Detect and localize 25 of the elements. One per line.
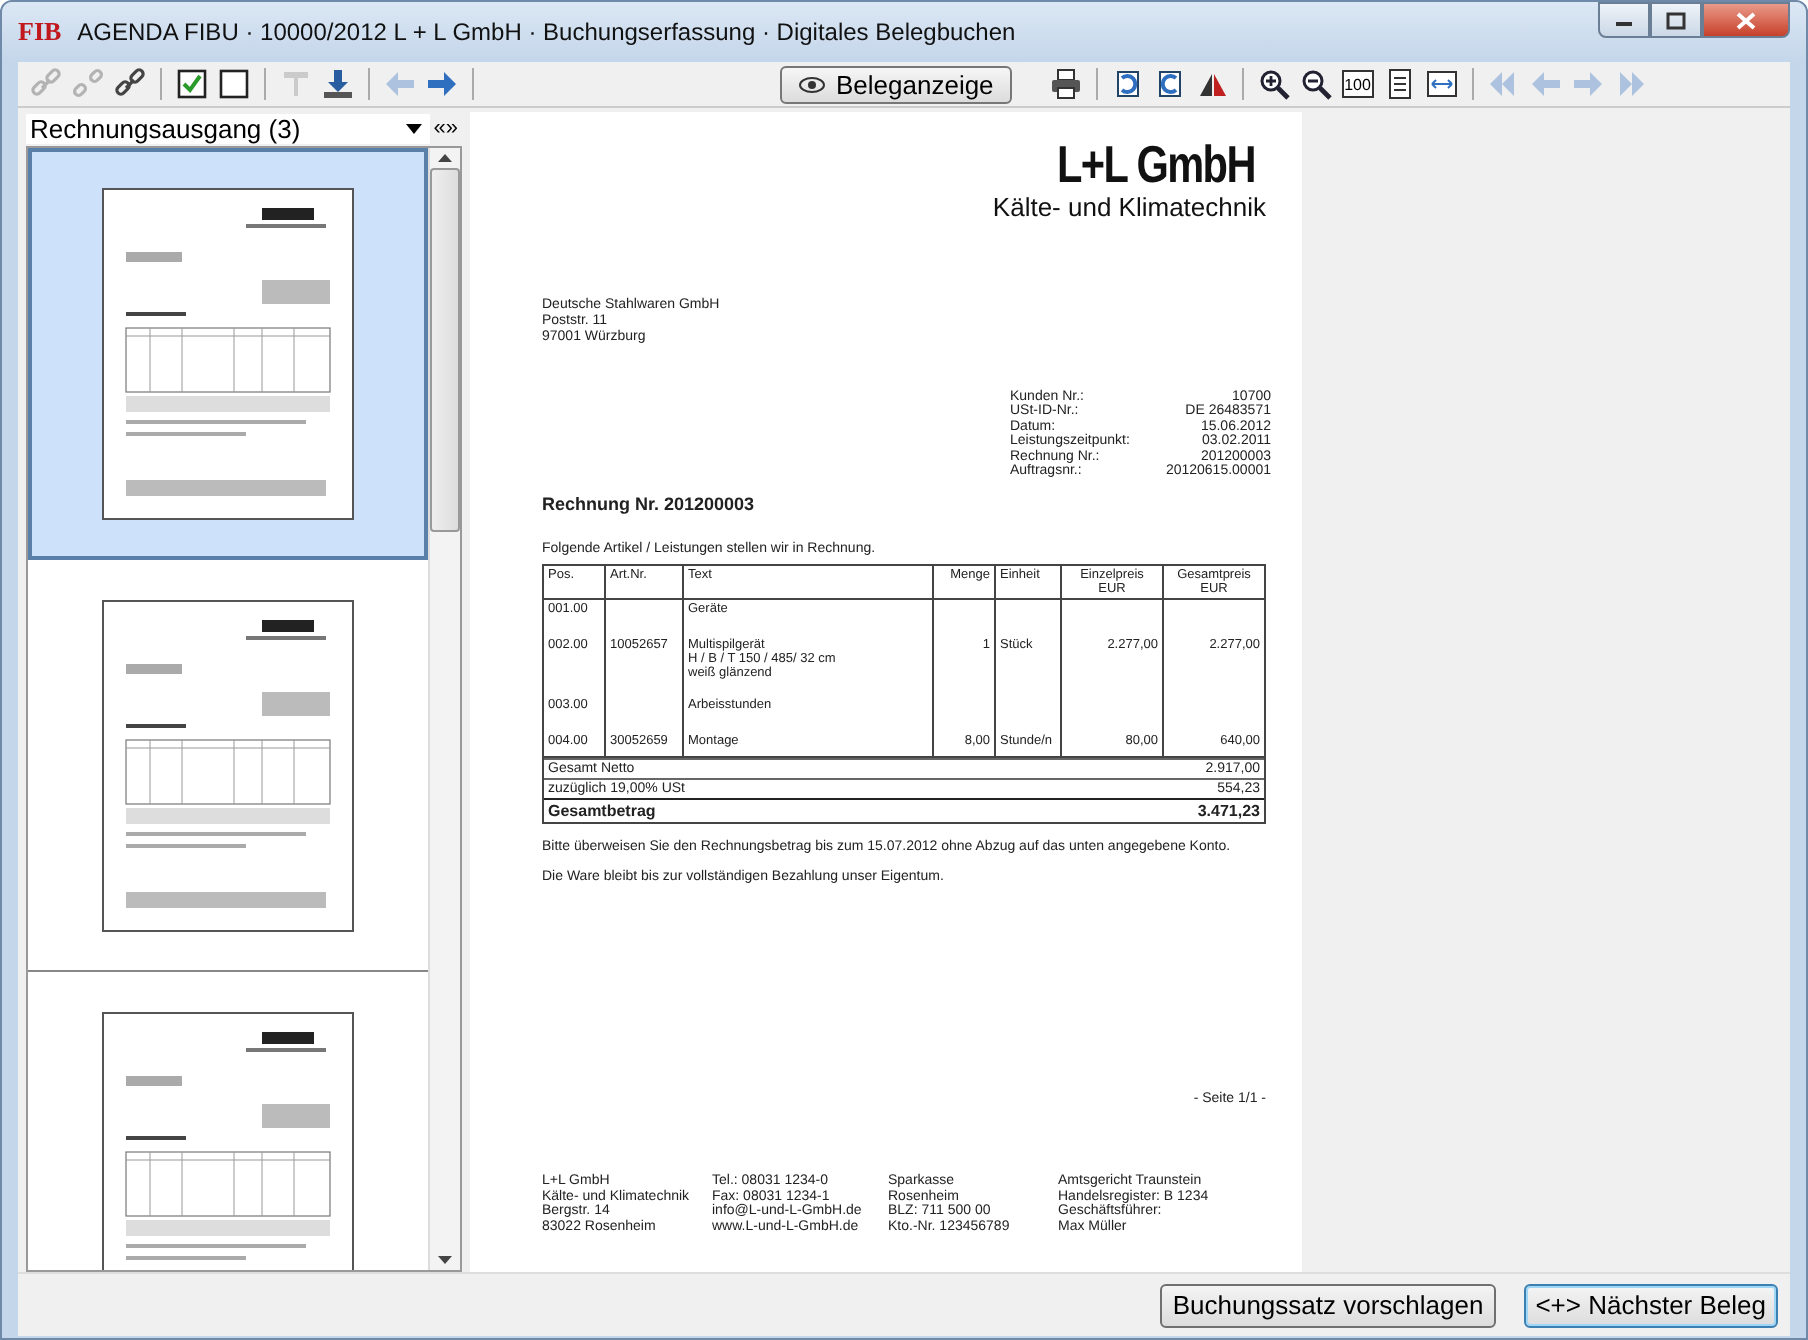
total-label: Gesamtbetrag	[548, 802, 656, 821]
view-document-button[interactable]: Beleganzeige	[780, 65, 1012, 103]
eye-icon	[798, 75, 826, 93]
checkbox[interactable]	[172, 64, 212, 104]
close-button[interactable]	[1702, 2, 1790, 38]
invoice-heading: Rechnung Nr. 201200003	[542, 494, 757, 515]
maximize-button[interactable]	[1650, 2, 1702, 38]
scrollbar[interactable]	[428, 148, 460, 1270]
app-logo: FIB	[18, 16, 62, 48]
window-title: AGENDA FIBU · 10000/2012 L + L GmbH · Buchungserfassung · Digitales Belegbuchen	[77, 18, 1018, 46]
checkbox[interactable]	[214, 64, 254, 104]
total-value: 3.471,23	[1197, 802, 1260, 821]
page-thumbnail[interactable]	[28, 148, 428, 560]
export-icon[interactable]	[318, 64, 358, 104]
close-icon	[1736, 11, 1756, 29]
folder-dropdown[interactable]: Rechnungsausgang (3)	[26, 113, 430, 143]
action-button[interactable]: Buchungssatz vorschlagen	[1160, 1283, 1496, 1327]
zoom-100-button[interactable]: 100	[1341, 70, 1374, 98]
company-logo: L+L GmbH	[1055, 136, 1258, 192]
minimize-button[interactable]	[1598, 2, 1650, 38]
action-button[interactable]: <+> Nächster Beleg	[1523, 1283, 1778, 1327]
company-tagline: Kälte- und Klimatechnik	[992, 192, 1266, 222]
collapse-button[interactable]: «»	[429, 116, 462, 140]
maximize-icon	[1666, 11, 1686, 29]
dropdown-caret-icon	[405, 123, 422, 133]
